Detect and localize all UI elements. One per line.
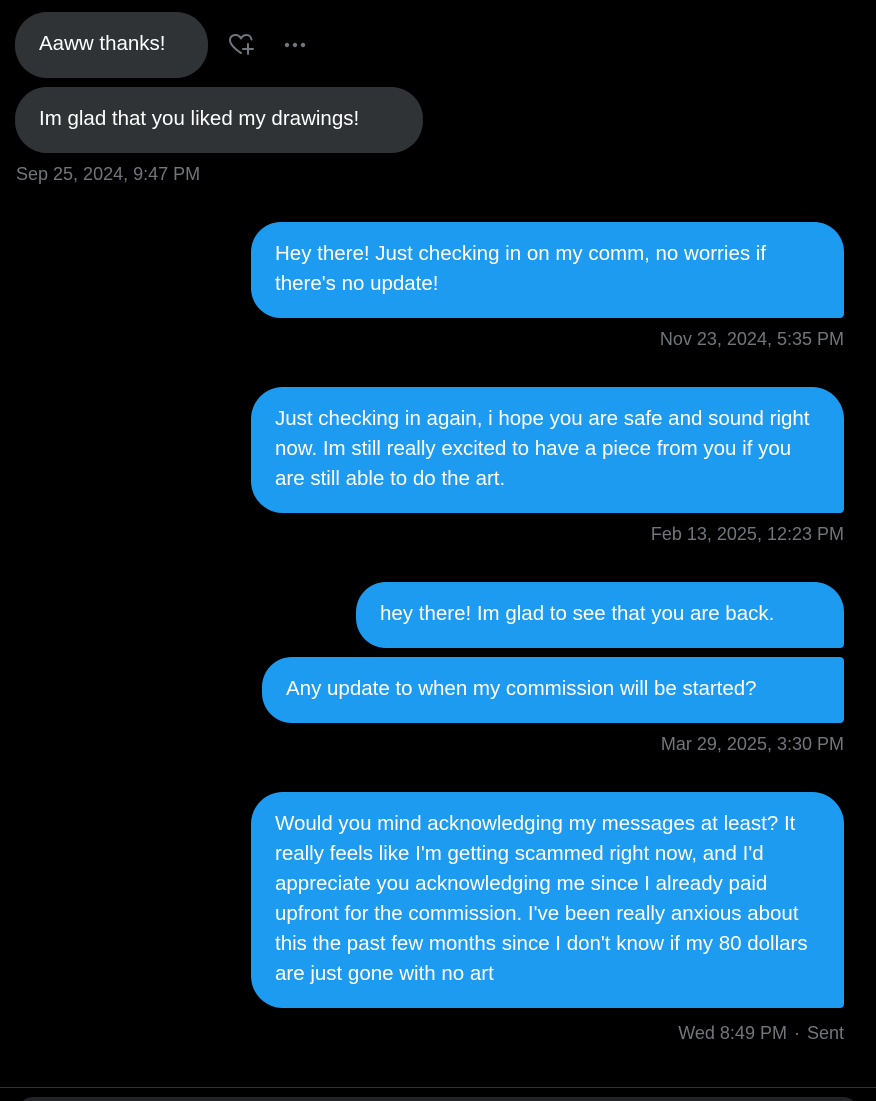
- conversation-thread: Aaww thanks! Im glad that you liked my d…: [0, 0, 876, 1101]
- composer-divider: [0, 1087, 876, 1088]
- message-timestamp: Wed 8:49 PM: [678, 1023, 787, 1043]
- message-text: Aaww thanks!: [39, 32, 166, 55]
- more-horizontal-icon[interactable]: [279, 29, 311, 61]
- sent-message-bubble[interactable]: Would you mind acknowledging my messages…: [251, 792, 844, 1008]
- message-timestamp: Nov 23, 2024, 5:35 PM: [659, 329, 844, 349]
- received-message-bubble[interactable]: Aaww thanks!: [15, 12, 208, 78]
- message-text: Hey there! Just checking in on my comm, …: [275, 242, 767, 295]
- message-timestamp: Sep 25, 2024, 9:47 PM: [16, 164, 201, 184]
- message-status: Wed 8:49 PM · Sent: [678, 1022, 844, 1044]
- message-composer[interactable]: [18, 1097, 858, 1101]
- sent-message-bubble[interactable]: Hey there! Just checking in on my comm, …: [251, 222, 844, 318]
- scrollbar[interactable]: [868, 0, 876, 1087]
- message-text: Im glad that you liked my drawings!: [39, 107, 360, 130]
- status-separator: ·: [793, 1023, 800, 1043]
- sent-message-bubble[interactable]: hey there! Im glad to see that you are b…: [356, 582, 844, 648]
- message-text: hey there! Im glad to see that you are b…: [380, 602, 775, 625]
- message-text: Would you mind acknowledging my messages…: [275, 812, 808, 985]
- sent-status: Sent: [806, 1023, 844, 1043]
- heart-plus-icon[interactable]: [225, 29, 257, 61]
- sent-message-bubble[interactable]: Any update to when my commission will be…: [262, 657, 844, 723]
- message-timestamp: Feb 13, 2025, 12:23 PM: [650, 524, 844, 544]
- sent-message-bubble[interactable]: Just checking in again, i hope you are s…: [251, 387, 844, 513]
- received-message-bubble[interactable]: Im glad that you liked my drawings!: [15, 87, 423, 153]
- message-text: Just checking in again, i hope you are s…: [275, 407, 810, 490]
- message-timestamp: Mar 29, 2025, 3:30 PM: [660, 734, 844, 754]
- message-text: Any update to when my commission will be…: [286, 677, 757, 700]
